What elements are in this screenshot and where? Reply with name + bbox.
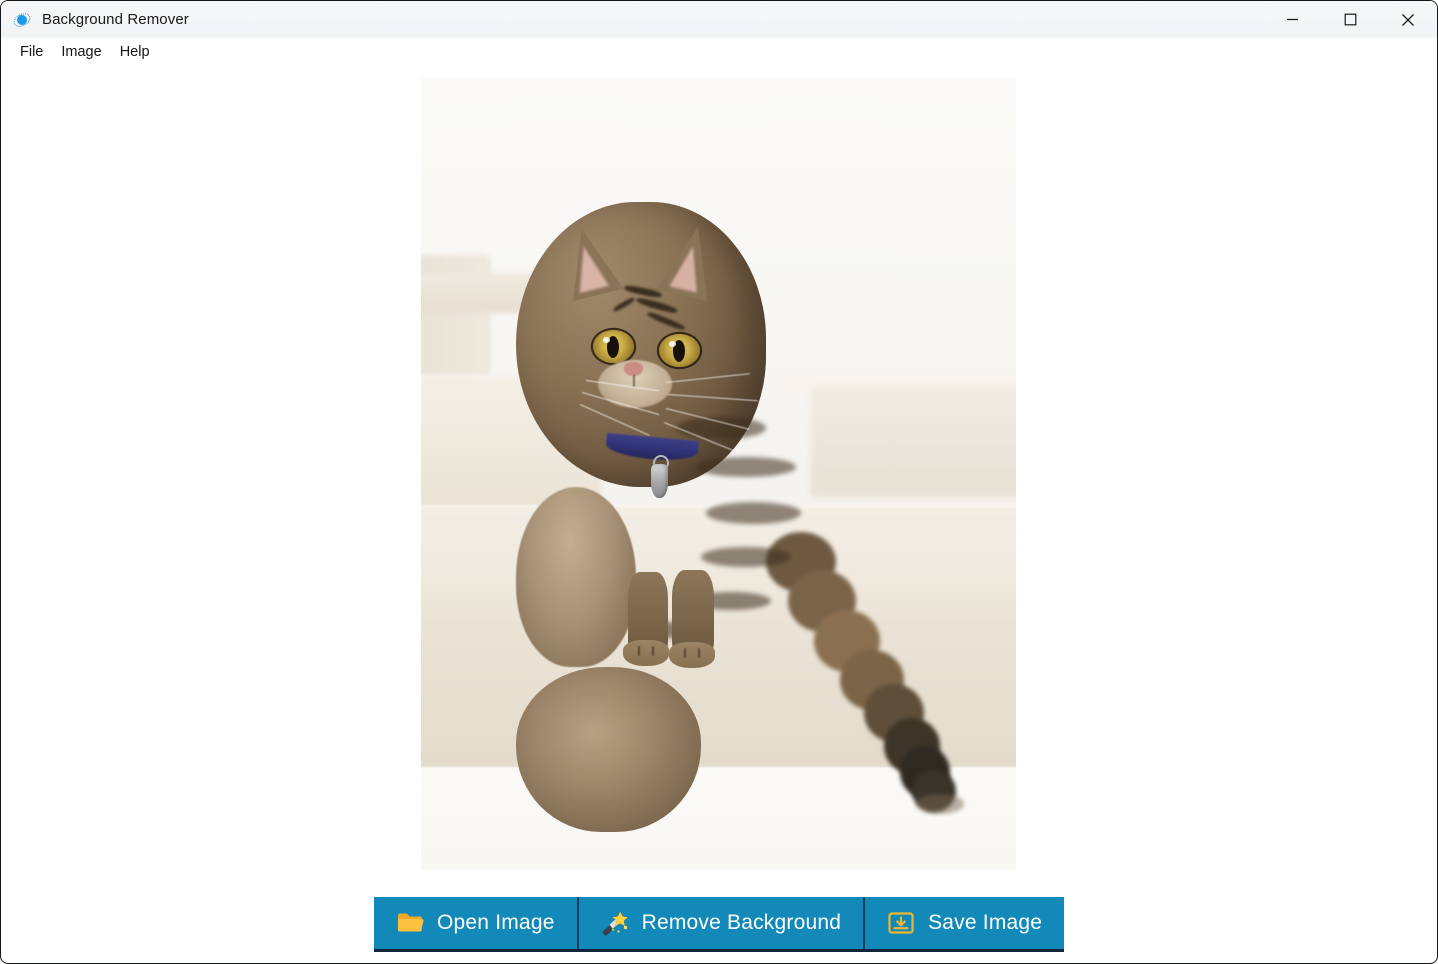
window-title: Background Remover <box>42 11 189 28</box>
open-image-button[interactable]: Open Image <box>374 897 579 949</box>
menu-item-image[interactable]: Image <box>52 41 110 63</box>
photo-cat-tag <box>651 464 668 498</box>
photo-cat-eye-right <box>659 334 700 367</box>
minimize-icon <box>1286 18 1298 21</box>
remove-background-button[interactable]: Remove Background <box>578 897 866 949</box>
close-icon <box>1402 13 1414 26</box>
minimize-button[interactable] <box>1263 1 1321 38</box>
loaded-image[interactable] <box>421 77 1016 870</box>
photo-cat-paw-left <box>623 640 669 666</box>
photo-cat-nose <box>624 362 643 376</box>
photo-cat <box>516 202 964 832</box>
photo-cat-mouth <box>633 375 635 387</box>
remove-background-label: Remove Background <box>641 911 842 934</box>
maximize-button[interactable] <box>1321 1 1379 38</box>
maximize-icon <box>1344 13 1356 26</box>
menu-bar: File Image Help <box>1 38 1437 65</box>
window-controls <box>1263 1 1437 38</box>
photo-cat-eye-left <box>593 330 634 363</box>
save-download-icon <box>888 912 914 934</box>
photo-cat-head <box>516 667 701 832</box>
application-window: Background Remover File Image Help Open … <box>0 0 1438 964</box>
save-image-label: Save Image <box>928 911 1043 934</box>
photo-cat-chest <box>516 487 636 667</box>
menu-item-file[interactable]: File <box>11 41 52 63</box>
open-image-label: Open Image <box>437 911 555 934</box>
close-button[interactable] <box>1379 1 1437 38</box>
magic-wand-icon <box>602 911 628 936</box>
menu-item-help[interactable]: Help <box>111 41 159 63</box>
photo-cat-paw-right <box>669 642 715 668</box>
save-image-button[interactable]: Save Image <box>865 897 1065 949</box>
app-sparkle-icon <box>11 9 33 30</box>
photo-cat-tail <box>766 532 996 814</box>
title-bar: Background Remover <box>1 1 1437 38</box>
image-canvas[interactable] <box>39 77 1400 870</box>
action-button-bar: Open Image Remove Background Save Image <box>374 897 1065 949</box>
folder-open-icon <box>397 913 424 932</box>
